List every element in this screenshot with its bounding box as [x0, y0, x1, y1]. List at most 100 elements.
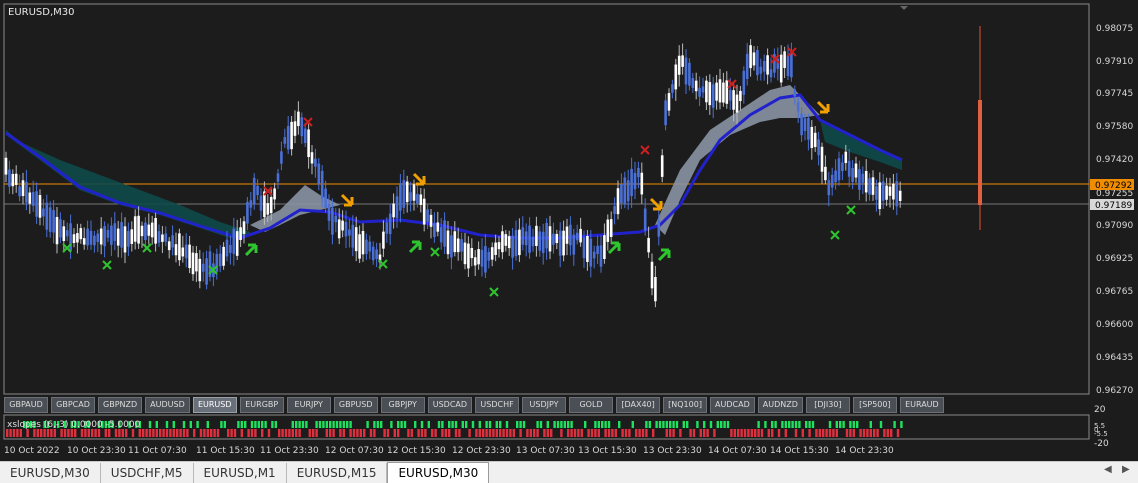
- tab-scroll-right-icon[interactable]: ▶: [1122, 464, 1130, 475]
- candle-body: [65, 230, 69, 237]
- candle-body: [354, 227, 358, 252]
- candle-body: [745, 53, 749, 80]
- hist-bar-neg: [733, 429, 736, 437]
- symbol-button-usdchf[interactable]: USDCHF: [475, 397, 520, 413]
- candle-body: [205, 258, 208, 285]
- symbol-button-gold[interactable]: GOLD: [569, 397, 614, 413]
- symbol-button-nq100[interactable]: [NQ100]: [663, 397, 708, 413]
- candle-body: [480, 249, 484, 267]
- symbol-button-gbpcad[interactable]: GBPCAD: [51, 397, 95, 413]
- candle-body: [698, 87, 701, 97]
- candle-body: [161, 234, 164, 242]
- hist-bar-neg: [536, 429, 539, 437]
- symbol-button-gbpjpy[interactable]: GBPJPY: [380, 397, 425, 413]
- symbol-button-audcad[interactable]: AUDCAD: [710, 397, 755, 413]
- hist-bar-neg: [203, 429, 206, 437]
- symbol-button-gbpusd[interactable]: GBPUSD: [333, 397, 378, 413]
- symbol-button-usdjpy[interactable]: USDJPY: [522, 397, 567, 413]
- candle-body: [871, 177, 875, 195]
- symbol-button-sp500[interactable]: [SP500]: [852, 397, 897, 413]
- candle-body: [235, 231, 239, 256]
- candle-body: [188, 244, 191, 269]
- candle-body: [283, 137, 287, 144]
- tab-scroll-left-icon[interactable]: ◀: [1104, 464, 1112, 475]
- hist-bar-neg: [363, 429, 366, 437]
- candle-body: [555, 233, 559, 244]
- candle-body: [490, 247, 494, 260]
- hist-bar-pos: [539, 421, 543, 428]
- candle-body: [181, 247, 185, 257]
- hist-bar-neg: [730, 429, 733, 437]
- hist-bar-pos: [366, 421, 369, 428]
- symbol-button-dax40[interactable]: [DAX40]: [616, 397, 661, 413]
- candle-body: [650, 261, 654, 289]
- hist-bar-neg: [121, 429, 124, 437]
- candle-body: [892, 183, 895, 200]
- candle-body: [59, 219, 62, 238]
- hist-bar-pos: [798, 421, 801, 428]
- candle-body: [718, 79, 722, 103]
- symbol-button-gbpaud[interactable]: GBPAUD: [4, 397, 48, 413]
- hist-bar-neg: [410, 429, 413, 437]
- hist-bar-pos: [808, 421, 811, 428]
- candle-body: [705, 80, 708, 103]
- hist-bar-pos: [206, 421, 209, 428]
- hist-bar-neg: [397, 429, 400, 437]
- candle-body: [242, 221, 246, 234]
- candle-body: [708, 82, 712, 106]
- symbol-button-eurgbp[interactable]: EURGBP: [239, 397, 284, 413]
- candle-body: [732, 90, 735, 110]
- candle-body: [473, 257, 477, 266]
- hist-bar-neg: [216, 429, 220, 437]
- hist-bar-neg: [635, 429, 638, 437]
- chart-tab[interactable]: EURUSD,M1: [194, 463, 287, 483]
- hist-bar-neg: [186, 429, 189, 437]
- candle-body: [14, 173, 18, 185]
- hist-bar-pos: [811, 421, 815, 428]
- hist-bar-neg: [689, 429, 692, 437]
- symbol-button-audnzd[interactable]: AUDNZD: [757, 397, 803, 413]
- chart-tab[interactable]: EURUSD,M15: [287, 463, 388, 483]
- price-chart[interactable]: EURUSD,M30 0.98075 0.97910 0.97745 0.975…: [0, 0, 1138, 461]
- hist-bar-pos: [488, 421, 492, 428]
- candle-body: [759, 66, 763, 74]
- hist-bar-neg: [169, 429, 172, 437]
- hist-bar-pos: [662, 421, 665, 428]
- candle-body: [599, 245, 603, 267]
- hist-bar-pos: [835, 421, 838, 428]
- candle-body: [545, 223, 548, 249]
- hist-bar-pos: [329, 421, 332, 428]
- hist-bar-neg: [777, 429, 781, 437]
- symbol-button-usdcad[interactable]: USDCAD: [427, 397, 473, 413]
- chart-tab[interactable]: USDCHF,M5: [101, 463, 194, 483]
- hist-bar-pos: [346, 421, 349, 428]
- hist-bar-neg: [597, 429, 600, 437]
- symbol-button-eurusd[interactable]: EURUSD: [192, 397, 237, 413]
- hist-bar-neg: [329, 429, 332, 437]
- candle-body: [113, 223, 117, 241]
- hist-bar-neg: [349, 429, 352, 437]
- symbol-button-euraud[interactable]: EURAUD: [899, 397, 944, 413]
- chart-tab-active[interactable]: EURUSD,M30: [387, 462, 490, 483]
- candle-body: [297, 111, 300, 127]
- chart-area[interactable]: EURUSD,M30 0.98075 0.97910 0.97745 0.975…: [0, 0, 1138, 461]
- candle-body: [385, 222, 389, 234]
- hist-bar-pos: [805, 421, 808, 428]
- symbol-button-dji30[interactable]: [DJI30]: [805, 397, 850, 413]
- symbol-button-eurjpy[interactable]: EURJPY: [286, 397, 331, 413]
- chart-tab[interactable]: EURUSD,M30: [0, 463, 101, 483]
- hist-bar-neg: [828, 429, 832, 437]
- candle-body: [375, 249, 378, 259]
- hist-bar-pos: [774, 421, 777, 428]
- candle-body: [572, 234, 576, 255]
- symbol-button-audusd[interactable]: AUDUSD: [145, 397, 190, 413]
- symbol-button-gbpnzd[interactable]: GBPNZD: [98, 397, 143, 413]
- candle-body: [769, 69, 773, 78]
- candle-body: [657, 219, 661, 237]
- hist-bar-pos: [322, 421, 325, 428]
- candle-body: [463, 242, 467, 265]
- hist-bar-pos: [499, 421, 502, 428]
- price-tick: 0.96270: [1096, 386, 1133, 396]
- candle-body: [800, 113, 803, 136]
- candle-body: [402, 180, 406, 208]
